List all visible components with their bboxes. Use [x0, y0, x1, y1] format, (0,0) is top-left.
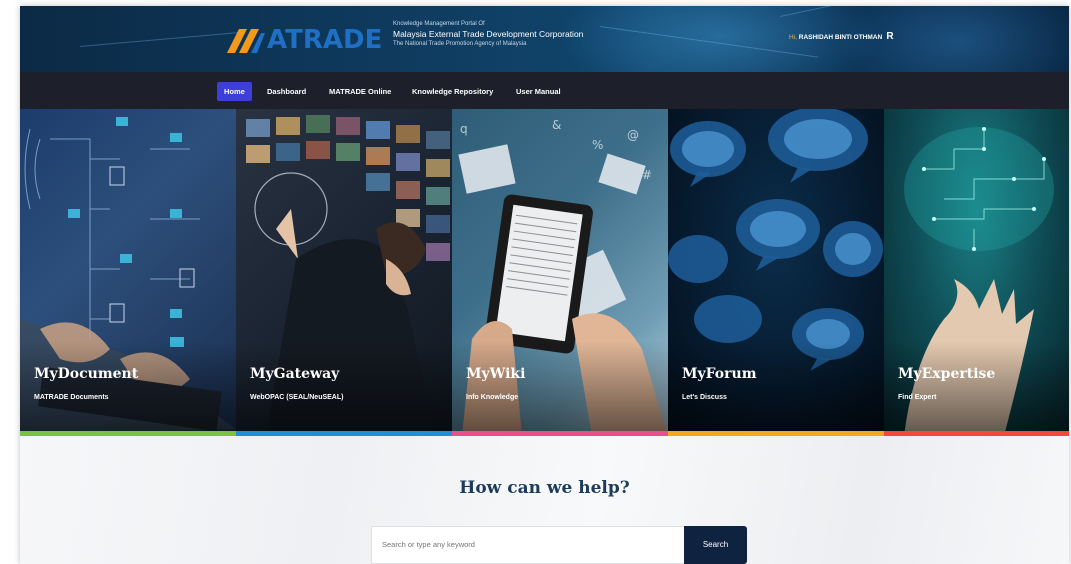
logo-wordmark: ATRADE	[267, 25, 383, 55]
portal-frame: ATRADE Knowledge Management Portal Of Ma…	[20, 6, 1069, 564]
header: ATRADE Knowledge Management Portal Of Ma…	[20, 6, 1069, 72]
user-greeting: Hi, RASHIDAH BINTI OTHMAN	[789, 34, 882, 41]
tile-subtitle: MATRADE Documents	[34, 394, 109, 401]
matrade-logo-mark-icon	[227, 29, 265, 53]
nav-knowledge-repository[interactable]: Knowledge Repository	[405, 82, 500, 101]
tile-subtitle: Find Expert	[898, 394, 937, 401]
svg-text:@: @	[627, 128, 639, 142]
tile-title: MyWiki	[466, 366, 526, 382]
tile-subtitle: WebOPAC (SEAL/NeuSEAL)	[250, 394, 344, 401]
svg-text:#: #	[642, 168, 652, 182]
tile-myexpertise[interactable]: MyExpertise Find Expert	[884, 109, 1069, 436]
svg-text:%: %	[592, 138, 603, 152]
tile-title: MyForum	[682, 366, 757, 382]
search-button[interactable]: Search	[684, 526, 747, 564]
portal-line-1: Knowledge Management Portal Of	[393, 21, 485, 27]
user-name: RASHIDAH BINTI OTHMAN	[798, 34, 883, 41]
greeting-prefix: Hi,	[789, 34, 797, 41]
user-avatar[interactable]: R	[882, 28, 898, 44]
nav-dashboard[interactable]: Dashboard	[260, 82, 313, 101]
nav-user-manual[interactable]: User Manual	[509, 82, 568, 101]
help-title: How can we help?	[459, 478, 630, 498]
search-input[interactable]	[371, 526, 685, 564]
tile-mywiki[interactable]: q @% & # MyWiki Info Knowledge	[452, 109, 668, 436]
help-section: How can we help? Search	[20, 436, 1069, 564]
main-nav: Home Dashboard MATRADE Online Knowledge …	[20, 72, 1069, 109]
portal-description: Knowledge Management Portal Of Malaysia …	[393, 20, 583, 48]
svg-text:q: q	[460, 122, 468, 136]
matrade-logo[interactable]: ATRADE	[225, 25, 382, 55]
portal-line-3: The National Trade Promotion Agency of M…	[393, 41, 527, 47]
tile-title: MyExpertise	[898, 366, 996, 382]
svg-text:&: &	[552, 118, 561, 132]
tile-subtitle: Let's Discuss	[682, 394, 727, 401]
tile-myforum[interactable]: MyForum Let's Discuss	[668, 109, 884, 436]
portal-line-2: Malaysia External Trade Development Corp…	[393, 29, 584, 39]
tile-subtitle: Info Knowledge	[466, 394, 519, 401]
tile-mygateway[interactable]: MyGateway WebOPAC (SEAL/NeuSEAL)	[236, 109, 452, 436]
nav-matrade-online[interactable]: MATRADE Online	[322, 82, 398, 101]
tile-mydocument[interactable]: MyDocument MATRADE Documents	[20, 109, 236, 436]
tile-title: MyGateway	[250, 366, 340, 382]
nav-home[interactable]: Home	[217, 82, 252, 101]
tile-title: MyDocument	[34, 366, 139, 382]
service-tiles: MyDocument MATRADE Documents MyGateway W…	[20, 109, 1069, 436]
